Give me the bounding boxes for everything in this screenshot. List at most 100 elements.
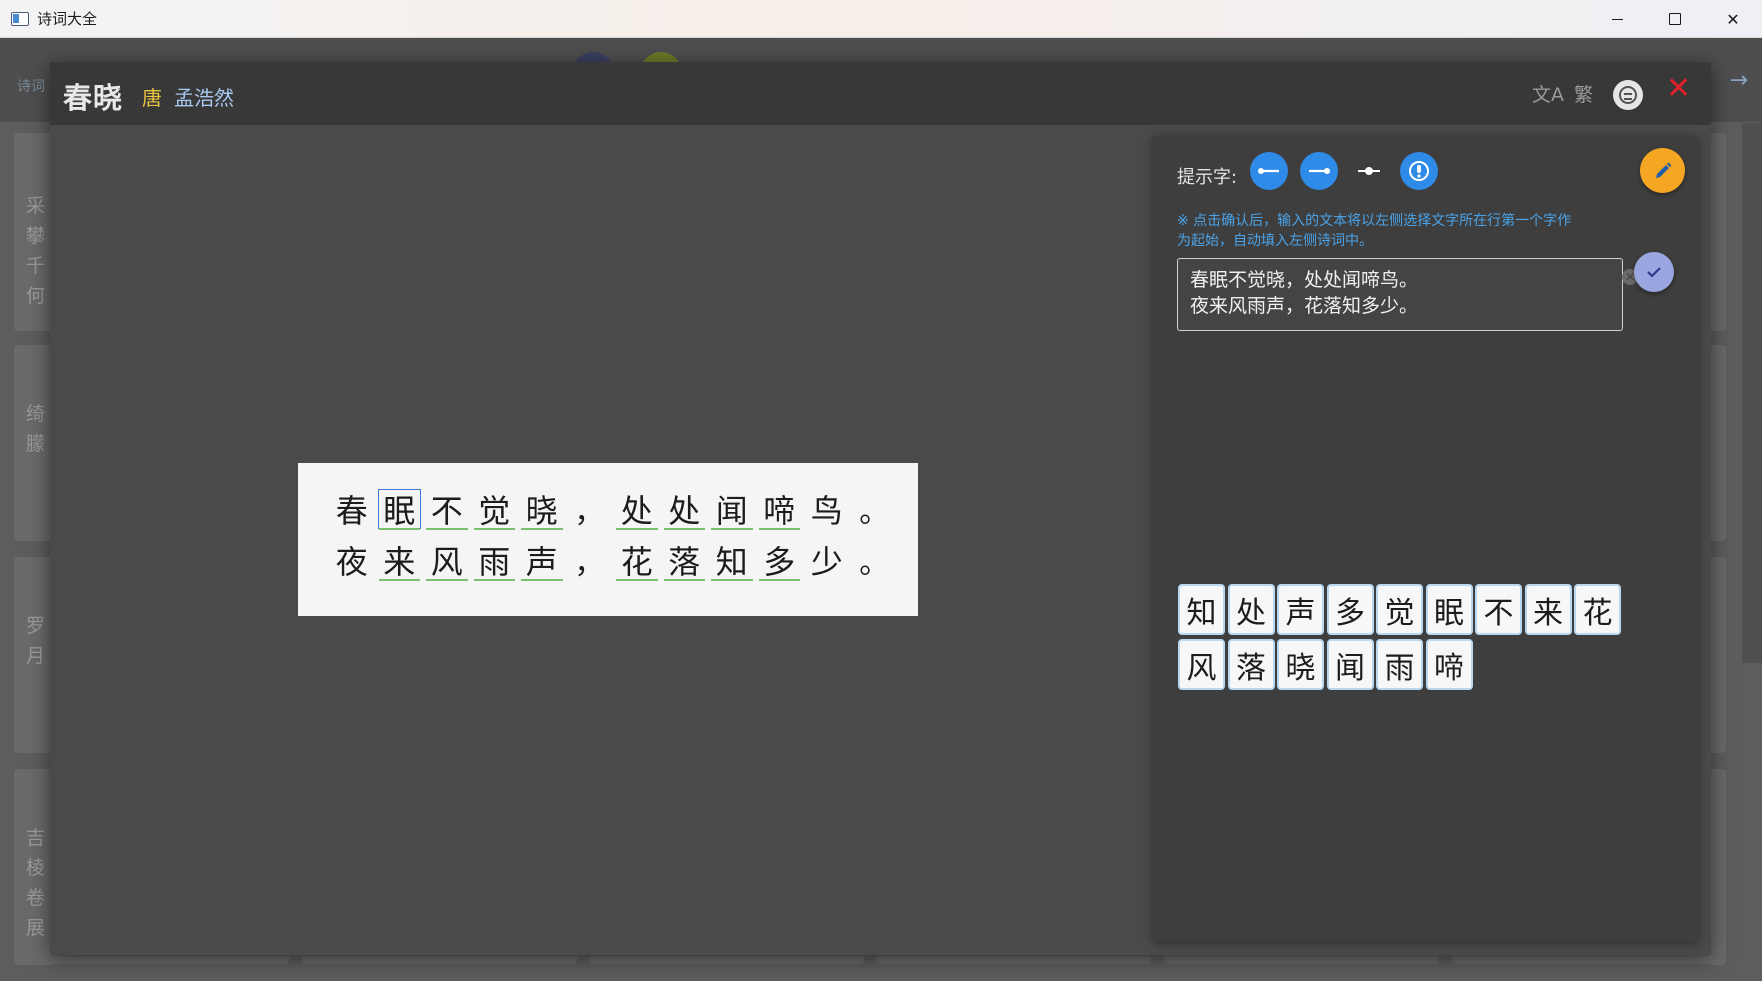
background-card-text: 吉 xyxy=(26,827,46,849)
poem-character[interactable]: 不 xyxy=(423,487,471,531)
poem-character[interactable]: 啼 xyxy=(756,487,804,531)
hint-character-tile[interactable]: 眠 xyxy=(1425,584,1473,635)
arrow-left-bar-icon xyxy=(1258,168,1279,174)
poem-character[interactable]: 觉 xyxy=(471,487,519,531)
maximize-icon xyxy=(1669,13,1681,25)
poem-character[interactable]: 花 xyxy=(613,538,661,582)
hint-character-tile[interactable]: 啼 xyxy=(1425,639,1473,690)
instruction-note: ※ 点击确认后，输入的文本将以左侧选择文字所在行第一个字作 为起始，自动填入左侧… xyxy=(1177,211,1617,251)
background-card-text: 千 xyxy=(26,255,46,277)
poem-card: 春眠不觉晓，处处闻啼鸟。 夜来风雨声，花落知多少。 xyxy=(298,463,918,616)
background-card: 罗 月 xyxy=(14,557,54,753)
background-card: 吉 棱 卷 展 xyxy=(14,769,54,965)
poem-text-input[interactable]: 春眠不觉晓，处处闻啼鸟。 夜来风雨声，花落知多少。 ✕ xyxy=(1177,258,1638,331)
poem-character[interactable]: 知 xyxy=(708,538,756,582)
poem-character[interactable]: 来 xyxy=(376,538,424,582)
hint-character-tile[interactable]: 风 xyxy=(1178,639,1225,690)
poem-character[interactable]: 雨 xyxy=(471,538,519,582)
poem-character[interactable]: 晓 xyxy=(518,487,566,531)
background-card: 采 攀 千 何 xyxy=(14,133,54,331)
poem-character[interactable]: 春 xyxy=(328,487,376,531)
arrow-right-icon: → xyxy=(1729,68,1748,93)
poem-character[interactable]: 夜 xyxy=(328,538,376,582)
background-card-text: 攀 xyxy=(26,225,46,247)
poem-character[interactable]: 眠 xyxy=(376,487,424,531)
poem-text-input-line: 夜来风雨声，花落知多少。 xyxy=(1190,295,1419,317)
background-tab: 诗词 xyxy=(17,79,45,95)
poem-character[interactable]: 落 xyxy=(661,538,709,582)
poem-punctuation: ， xyxy=(574,546,605,581)
hint-center-button[interactable] xyxy=(1350,152,1388,190)
window-controls: ✕ xyxy=(1588,0,1762,38)
hint-info-button[interactable] xyxy=(1400,152,1438,190)
background-card xyxy=(14,956,289,964)
info-circle-icon xyxy=(1409,161,1429,181)
poem-character[interactable]: 处 xyxy=(661,487,709,531)
hint-character-tile[interactable]: 落 xyxy=(1227,639,1275,690)
dialog-close-icon[interactable]: ✕ xyxy=(1666,74,1691,104)
app-icon xyxy=(11,11,29,26)
poem-character[interactable]: 少 xyxy=(803,538,851,582)
background-card-text: 展 xyxy=(26,917,46,939)
close-x-icon: ✕ xyxy=(1726,9,1740,29)
poem-text-input-line: 春眠不觉晓，处处闻啼鸟。 xyxy=(1190,269,1419,291)
poem-line: 夜来风雨声，花落知多少。 xyxy=(328,538,898,582)
pencil-icon xyxy=(1655,162,1671,178)
hint-label: 提示字: xyxy=(1177,167,1238,188)
poem-dialog: 春晓 唐 孟浩然 文A 繁 ✕ 春眠不觉晓，处处闻啼鸟。 夜来风雨声，花落知多少… xyxy=(50,62,1711,955)
poem-character[interactable]: 风 xyxy=(423,538,471,582)
background-card-text: 罗 xyxy=(26,615,46,637)
poem-line: 春眠不觉晓，处处闻啼鸟。 xyxy=(328,487,898,531)
recite-mode-icon[interactable] xyxy=(1613,80,1643,110)
hint-left-button[interactable] xyxy=(1250,152,1288,190)
instruction-note-line: ※ 点击确认后，输入的文本将以左侧选择文字所在行第一个字作 xyxy=(1177,213,1572,229)
background-card-text: 月 xyxy=(26,645,46,667)
poem-character[interactable]: 声 xyxy=(518,538,566,582)
poem-character[interactable]: 多 xyxy=(756,538,804,582)
hint-character-tile[interactable]: 来 xyxy=(1524,584,1572,635)
poem-dynasty: 唐 xyxy=(142,86,162,110)
maximize-button[interactable] xyxy=(1646,0,1704,38)
background-card-text: 采 xyxy=(26,195,46,217)
slider-center-icon xyxy=(1358,167,1380,175)
background-card xyxy=(589,956,864,964)
arrow-right-bar-icon xyxy=(1309,168,1330,174)
recite-badge-glyph xyxy=(1619,86,1637,104)
background-scrollbar[interactable] xyxy=(1742,123,1762,663)
hint-character-tile[interactable]: 晓 xyxy=(1277,639,1324,690)
poem-title: 春晓 xyxy=(63,81,124,115)
background-card-text: 卷 xyxy=(26,887,46,909)
background-card xyxy=(302,956,577,964)
window-titlebar: 诗词大全 ✕ xyxy=(0,0,1762,38)
background-card-text: 绮 xyxy=(26,403,46,425)
poem-character[interactable]: 闻 xyxy=(708,487,756,531)
hint-character-tile[interactable]: 声 xyxy=(1277,584,1324,635)
background-card xyxy=(1164,956,1439,964)
poem-author[interactable]: 孟浩然 xyxy=(174,82,234,111)
hint-character-tile[interactable]: 花 xyxy=(1574,584,1621,635)
minimize-icon xyxy=(1611,18,1623,20)
window-close-button[interactable]: ✕ xyxy=(1704,0,1762,38)
poem-character[interactable]: 处 xyxy=(613,487,661,531)
poem-punctuation: ， xyxy=(574,495,605,530)
hint-character-tile[interactable]: 知 xyxy=(1178,584,1225,635)
minimize-button[interactable] xyxy=(1588,0,1646,38)
background-card xyxy=(876,956,1151,964)
hint-character-tile[interactable]: 觉 xyxy=(1376,584,1423,635)
window-title: 诗词大全 xyxy=(37,10,98,28)
background-card-text: 棱 xyxy=(26,857,46,879)
background-card: 绮 朦 xyxy=(14,345,54,541)
confirm-button[interactable] xyxy=(1634,252,1674,292)
edit-button[interactable] xyxy=(1640,148,1685,193)
poem-punctuation: 。 xyxy=(859,546,890,581)
hint-character-tile[interactable]: 处 xyxy=(1227,584,1275,635)
hint-character-tile[interactable]: 闻 xyxy=(1326,639,1374,690)
traditional-chinese-toggle[interactable]: 繁 xyxy=(1574,80,1593,107)
check-icon xyxy=(1647,267,1661,278)
hint-right-button[interactable] xyxy=(1300,152,1338,190)
hint-character-tile[interactable]: 不 xyxy=(1475,584,1522,635)
translate-icon[interactable]: 文A xyxy=(1532,80,1564,107)
poem-character[interactable]: 鸟 xyxy=(803,487,851,531)
hint-character-tile[interactable]: 雨 xyxy=(1376,639,1423,690)
hint-character-tile[interactable]: 多 xyxy=(1326,584,1374,635)
